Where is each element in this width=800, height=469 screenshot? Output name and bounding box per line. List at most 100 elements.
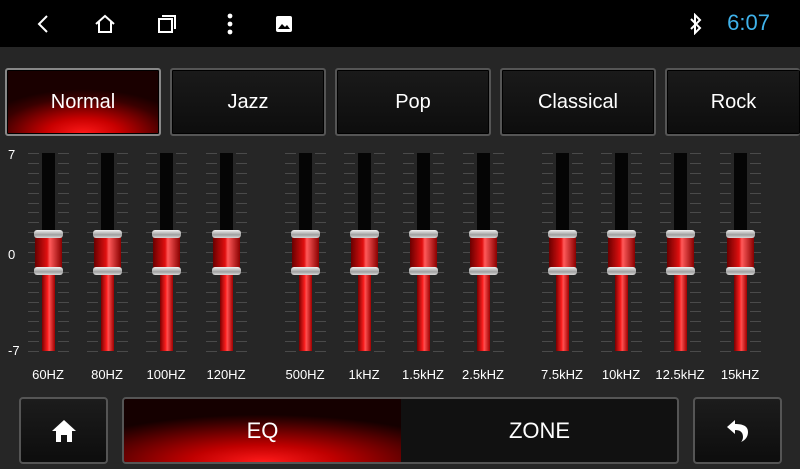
- scale-tick: [750, 153, 761, 154]
- slider-handle[interactable]: [93, 230, 122, 275]
- scale-tick: [87, 173, 98, 174]
- back-button[interactable]: [693, 397, 782, 464]
- scale-tick: [403, 163, 414, 164]
- scale-tick: [236, 351, 247, 352]
- scale-tick: [463, 222, 474, 223]
- preset-pop[interactable]: Pop: [335, 68, 491, 136]
- scale-tick: [660, 173, 671, 174]
- band-frequency-label: 15kHZ: [720, 367, 760, 382]
- slider-handle[interactable]: [548, 230, 577, 275]
- scale-tick: [176, 351, 187, 352]
- slider-handle[interactable]: [291, 230, 320, 275]
- scale-tick: [206, 222, 217, 223]
- slider-handle-cap: [152, 267, 181, 275]
- scale-tick: [206, 341, 217, 342]
- scale-tick: [206, 193, 217, 194]
- preset-classical[interactable]: Classical: [500, 68, 656, 136]
- scale-tick: [690, 302, 701, 303]
- scale-tick: [631, 212, 642, 213]
- scale-tick: [433, 153, 444, 154]
- slider-handle-cap: [548, 267, 577, 275]
- scale-tick: [750, 282, 761, 283]
- scale-tick: [176, 173, 187, 174]
- scale-tick: [146, 282, 157, 283]
- slider-handle[interactable]: [350, 230, 379, 275]
- back-icon[interactable]: [28, 0, 58, 47]
- scale-tick: [463, 183, 474, 184]
- scale-tick: [690, 222, 701, 223]
- scale-tick: [463, 203, 474, 204]
- scale-tick: [493, 311, 504, 312]
- home-button[interactable]: [19, 397, 108, 464]
- slider-handle[interactable]: [152, 230, 181, 275]
- scale-tick: [58, 203, 69, 204]
- slider-handle[interactable]: [409, 230, 438, 275]
- slider-handle-cap: [291, 267, 320, 275]
- scale-tick: [433, 311, 444, 312]
- scale-tick: [28, 331, 39, 332]
- scale-tick: [58, 302, 69, 303]
- scale-tick: [58, 282, 69, 283]
- scale-tick: [403, 173, 414, 174]
- scale-tick: [374, 193, 385, 194]
- preset-jazz[interactable]: Jazz: [170, 68, 326, 136]
- home-icon[interactable]: [90, 0, 120, 47]
- preset-rock[interactable]: Rock: [665, 68, 800, 136]
- scale-tick: [631, 203, 642, 204]
- scale-tick: [374, 302, 385, 303]
- scale-tick: [601, 193, 612, 194]
- scale-tick: [58, 321, 69, 322]
- scale-tick: [433, 282, 444, 283]
- slider-handle-cap: [607, 230, 636, 238]
- slider-handle-cap: [469, 230, 498, 238]
- scale-tick: [344, 212, 355, 213]
- scale-tick: [117, 331, 128, 332]
- scale-tick: [285, 341, 296, 342]
- preset-normal[interactable]: Normal: [5, 68, 161, 136]
- scale-tick: [87, 351, 98, 352]
- scale-tick: [206, 292, 217, 293]
- clock: 6:07: [727, 10, 770, 35]
- scale-tick: [206, 153, 217, 154]
- scale-tick: [463, 351, 474, 352]
- scale-tick: [463, 173, 474, 174]
- scale-tick: [631, 183, 642, 184]
- scale-tick: [315, 311, 326, 312]
- scale-tick: [601, 331, 612, 332]
- scale-tick: [315, 193, 326, 194]
- scale-tick: [433, 183, 444, 184]
- scale-tick: [572, 203, 583, 204]
- tab-eq[interactable]: EQ: [124, 399, 401, 462]
- slider-handle[interactable]: [469, 230, 498, 275]
- recents-icon[interactable]: [152, 0, 182, 47]
- scale-tick: [374, 153, 385, 154]
- slider-handle-cap: [409, 267, 438, 275]
- scale-tick: [542, 203, 553, 204]
- tab-zone[interactable]: ZONE: [401, 399, 677, 462]
- scale-tick: [374, 183, 385, 184]
- scale-tick: [236, 153, 247, 154]
- slider-handle[interactable]: [666, 230, 695, 275]
- scale-tick: [285, 193, 296, 194]
- scale-tick: [87, 282, 98, 283]
- scale-tick: [374, 331, 385, 332]
- slider-handle[interactable]: [726, 230, 755, 275]
- scale-tick: [344, 311, 355, 312]
- scale-tick: [601, 183, 612, 184]
- scale-tick: [315, 302, 326, 303]
- scale-tick: [236, 311, 247, 312]
- image-icon[interactable]: [272, 0, 296, 47]
- slider-handle[interactable]: [212, 230, 241, 275]
- scale-tick: [631, 351, 642, 352]
- more-vert-icon[interactable]: [218, 0, 242, 47]
- scale-tick: [542, 321, 553, 322]
- scale-tick: [285, 183, 296, 184]
- scale-tick: [374, 203, 385, 204]
- scale-tick: [315, 163, 326, 164]
- scale-tick: [750, 163, 761, 164]
- scale-tick: [176, 183, 187, 184]
- slider-handle[interactable]: [607, 230, 636, 275]
- scale-tick: [344, 153, 355, 154]
- scale-tick: [117, 153, 128, 154]
- slider-handle[interactable]: [34, 230, 63, 275]
